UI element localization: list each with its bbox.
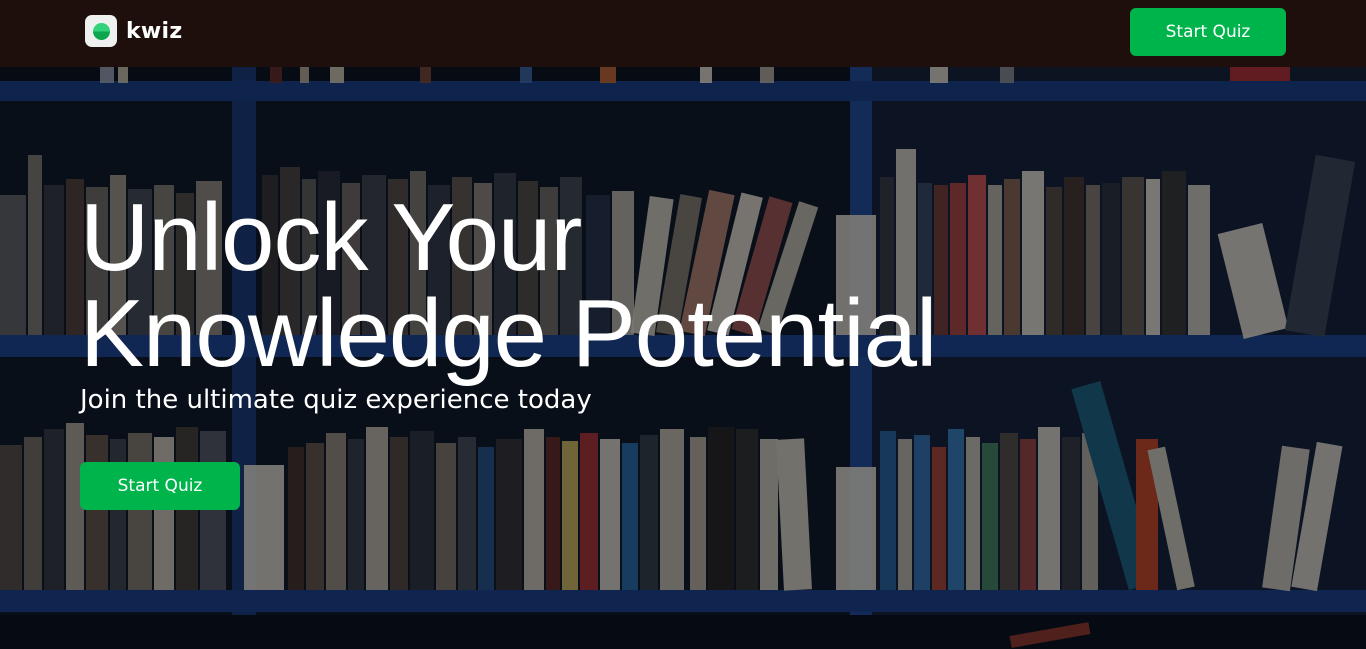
- hero-section: Unlock Your Knowledge Potential Join the…: [0, 67, 1366, 649]
- navbar: kwiz Start Quiz: [0, 0, 1366, 67]
- headline-line-1: Unlock Your: [80, 184, 582, 291]
- headline-line-2: Knowledge Potential: [80, 280, 937, 387]
- brand-name: kwiz: [126, 18, 183, 44]
- hero-headline: Unlock Your Knowledge Potential: [80, 184, 937, 387]
- nav-start-quiz-button[interactable]: Start Quiz: [1130, 8, 1286, 56]
- logo-icon: [85, 15, 117, 47]
- brand-logo[interactable]: kwiz: [85, 15, 183, 47]
- hero-subheadline: Join the ultimate quiz experience today: [80, 385, 592, 415]
- hero-start-quiz-button[interactable]: Start Quiz: [80, 462, 240, 510]
- logo-dot: [92, 22, 110, 40]
